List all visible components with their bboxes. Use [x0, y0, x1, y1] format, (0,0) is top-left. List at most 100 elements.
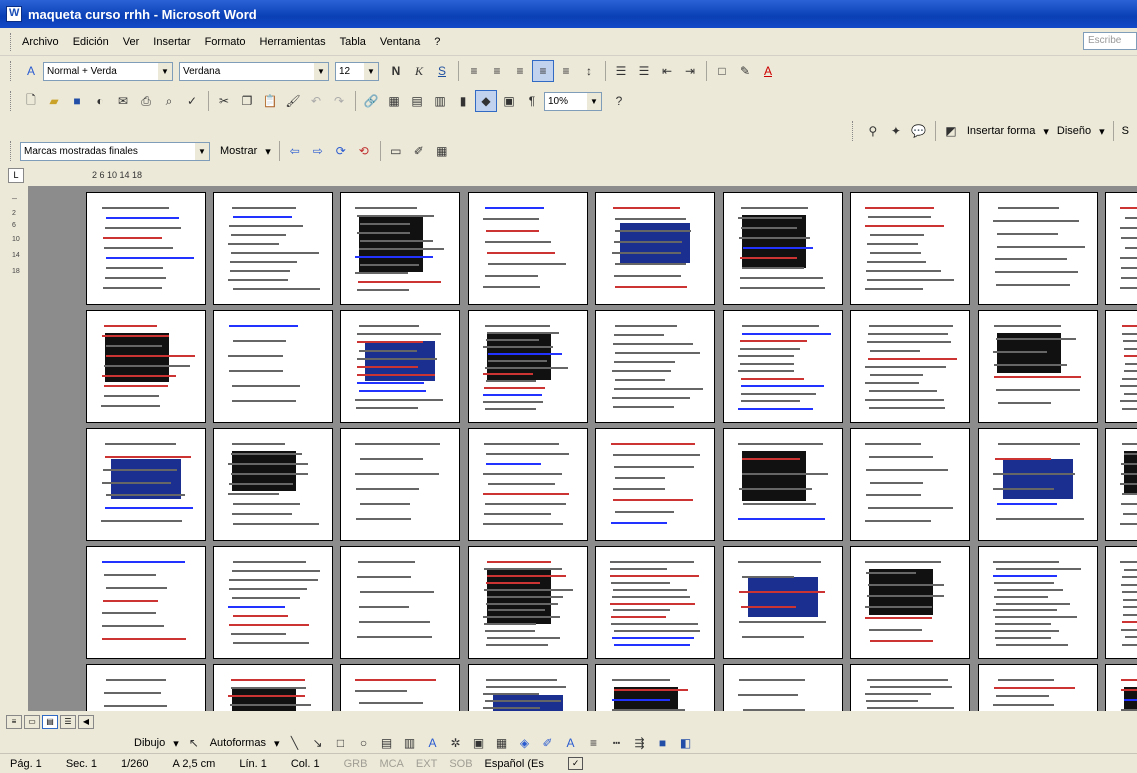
page-thumbnail[interactable] — [723, 192, 843, 305]
format-painter-icon[interactable]: 🖌 — [282, 90, 304, 112]
insert-table-icon[interactable]: ▤ — [406, 90, 428, 112]
page-thumbnail[interactable] — [468, 546, 588, 659]
page-thumbnail[interactable] — [340, 546, 460, 659]
status-grb[interactable]: GRB — [344, 758, 368, 770]
toolbar-grip[interactable] — [10, 91, 14, 111]
status-sob[interactable]: SOB — [449, 758, 472, 770]
horizontal-ruler[interactable]: 2 6 10 14 18 — [88, 166, 228, 184]
save-icon[interactable]: ■ — [66, 90, 88, 112]
page-thumbnail[interactable] — [978, 310, 1098, 423]
redo-icon[interactable]: ↷ — [328, 90, 350, 112]
spelling-icon[interactable]: ✓ — [181, 90, 203, 112]
page-thumbnail[interactable] — [723, 310, 843, 423]
fill-color-icon[interactable]: ◈ — [514, 732, 536, 754]
align-left-icon[interactable]: ≡ — [463, 60, 485, 82]
page-thumbnail[interactable] — [723, 428, 843, 541]
font-color-icon[interactable]: A — [560, 732, 582, 754]
reject-change-icon[interactable]: ⟲ — [353, 140, 375, 162]
select-objects-icon[interactable]: ↖ — [183, 732, 205, 754]
wordart-icon[interactable]: A — [422, 732, 444, 754]
page-thumbnail[interactable] — [850, 310, 970, 423]
undo-icon[interactable]: ↶ — [305, 90, 327, 112]
markup-select[interactable]: Marcas mostradas finales ▼ — [20, 141, 210, 161]
tab-selector[interactable]: L — [8, 168, 24, 183]
autoshapes-menu-button[interactable]: Autoformas — [210, 737, 266, 749]
page-thumbnail[interactable] — [595, 192, 715, 305]
font-color-icon[interactable]: A — [757, 60, 779, 82]
vertical-ruler[interactable]: ─ 2 6 10 14 18 — [6, 188, 24, 713]
bullets-icon[interactable]: ☰ — [633, 60, 655, 82]
document-map-icon[interactable]: ▣ — [498, 90, 520, 112]
page-thumbnail[interactable] — [213, 192, 333, 305]
print-icon[interactable]: ⎙ — [135, 90, 157, 112]
chevron-down-icon[interactable]: ▾ — [274, 737, 280, 750]
border-icon[interactable]: □ — [711, 60, 733, 82]
page-thumbnail[interactable] — [86, 192, 206, 305]
drawing-icon[interactable]: ◆ — [475, 90, 497, 112]
open-folder-icon[interactable]: ▰ — [43, 90, 65, 112]
distribute-icon[interactable]: ≡ — [555, 60, 577, 82]
line-color-icon[interactable]: ✐ — [537, 732, 559, 754]
page-thumbnail[interactable] — [340, 428, 460, 541]
page-thumbnail[interactable] — [213, 664, 333, 711]
accept-change-icon[interactable]: ⟳ — [330, 140, 352, 162]
page-thumbnail[interactable] — [86, 664, 206, 711]
align-center-icon[interactable]: ≡ — [486, 60, 508, 82]
italic-button[interactable]: K — [408, 60, 430, 82]
dash-style-icon[interactable]: ┅ — [606, 732, 628, 754]
oval-icon[interactable]: ○ — [353, 732, 375, 754]
page-thumbnail[interactable] — [468, 310, 588, 423]
page-thumbnail[interactable] — [340, 310, 460, 423]
page-thumbnail[interactable] — [468, 664, 588, 711]
menu-formato[interactable]: Formato — [205, 36, 246, 48]
cut-icon[interactable]: ✂ — [213, 90, 235, 112]
line-icon[interactable]: ╲ — [284, 732, 306, 754]
columns-icon[interactable]: ▮ — [452, 90, 474, 112]
decrease-indent-icon[interactable]: ⇤ — [656, 60, 678, 82]
permission-icon[interactable]: ◐ — [89, 90, 111, 112]
page-thumbnail[interactable] — [595, 546, 715, 659]
rectangle-icon[interactable]: □ — [330, 732, 352, 754]
help-icon[interactable]: ? — [608, 90, 630, 112]
clipart-icon[interactable]: ▣ — [468, 732, 490, 754]
picture-icon[interactable]: ▦ — [491, 732, 513, 754]
line-spacing-icon[interactable]: ↕ — [578, 60, 600, 82]
page-thumbnail[interactable] — [978, 664, 1098, 711]
web-layout-button[interactable]: ▭ — [24, 715, 40, 729]
menu-edicion[interactable]: Edición — [73, 36, 109, 48]
menu-help[interactable]: ? — [434, 36, 440, 48]
tables-borders-icon[interactable]: ▦ — [383, 90, 405, 112]
page-thumbnail[interactable] — [978, 546, 1098, 659]
3d-icon[interactable]: ◧ — [675, 732, 697, 754]
bold-button[interactable]: N — [385, 60, 407, 82]
page-thumbnail[interactable] — [86, 546, 206, 659]
page-thumbnail[interactable] — [723, 546, 843, 659]
justify-icon[interactable]: ≡ — [532, 60, 554, 82]
status-mca[interactable]: MCA — [379, 758, 403, 770]
page-thumbnail[interactable] — [723, 664, 843, 711]
page-thumbnail[interactable] — [468, 192, 588, 305]
status-ext[interactable]: EXT — [416, 758, 437, 770]
new-comment-icon[interactable]: ▭ — [385, 140, 407, 162]
diagram-icon[interactable]: ✲ — [445, 732, 467, 754]
menu-ver[interactable]: Ver — [123, 36, 140, 48]
arrow-style-icon[interactable]: ⇶ — [629, 732, 651, 754]
arrow-icon[interactable]: ↘ — [307, 732, 329, 754]
normal-view-button[interactable]: ≡ — [6, 715, 22, 729]
page-thumbnail[interactable] — [1105, 546, 1137, 659]
highlight-icon[interactable]: ✎ — [734, 60, 756, 82]
page-thumbnail[interactable] — [850, 546, 970, 659]
page-thumbnail[interactable] — [1105, 664, 1137, 711]
page-thumbnail[interactable] — [850, 428, 970, 541]
chevron-down-icon[interactable]: ▾ — [173, 737, 179, 750]
zoom-select[interactable]: 10% ▼ — [544, 91, 602, 111]
menu-insertar[interactable]: Insertar — [153, 36, 190, 48]
paste-icon[interactable]: 📋 — [259, 90, 281, 112]
font-size-select[interactable]: 12 ▼ — [335, 61, 379, 81]
show-hide-icon[interactable]: ¶ — [521, 90, 543, 112]
page-thumbnail[interactable] — [978, 428, 1098, 541]
page-thumbnail[interactable] — [213, 428, 333, 541]
align-right-icon[interactable]: ≡ — [509, 60, 531, 82]
menubar-grip[interactable] — [10, 32, 14, 51]
print-preview-icon[interactable]: ⌕ — [158, 90, 180, 112]
